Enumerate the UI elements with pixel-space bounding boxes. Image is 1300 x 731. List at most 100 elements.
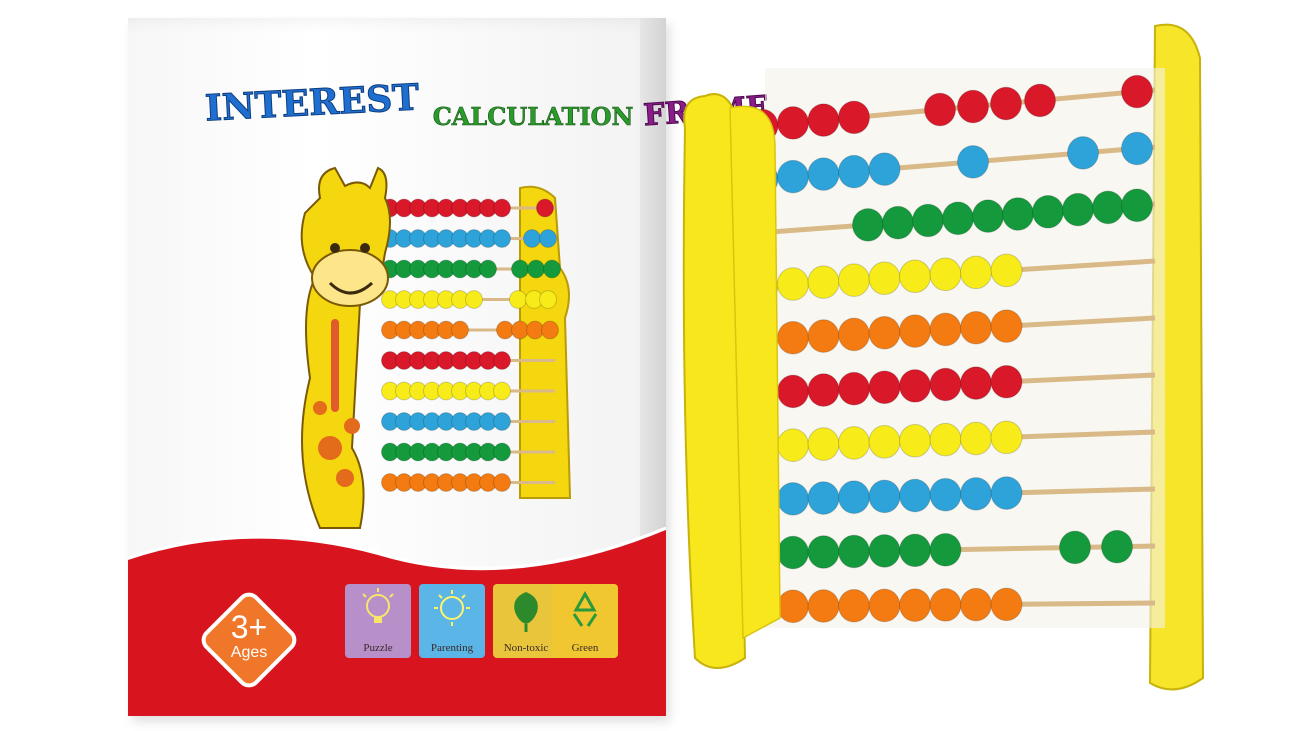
- abacus-bead: [838, 371, 870, 406]
- abacus-bead: [868, 425, 901, 459]
- abacus-bead: [777, 267, 809, 301]
- recycle-icon: [572, 590, 598, 627]
- abacus-bead: [523, 229, 541, 248]
- abacus-toy: [682, 23, 1205, 691]
- abacus-bead: [543, 259, 561, 279]
- abacus-bead: [838, 317, 870, 352]
- abacus-bead: [479, 259, 497, 279]
- abacus-bead: [972, 199, 1004, 233]
- feature-parenting: Parenting: [419, 584, 485, 658]
- abacus-bead: [960, 366, 992, 400]
- abacus-bead: [807, 373, 840, 407]
- abacus-bead: [777, 535, 809, 570]
- abacus-bead: [1121, 131, 1153, 166]
- abacus-bead: [990, 476, 1023, 510]
- abacus-bead: [493, 442, 511, 462]
- abacus-bead: [929, 312, 962, 347]
- title-word-calculation: CALCULATION: [432, 102, 634, 132]
- abacus-bead: [960, 587, 992, 622]
- abacus-bead: [493, 198, 511, 218]
- abacus-bead: [1059, 530, 1091, 565]
- abacus-bead: [511, 320, 529, 340]
- title-word-interest: INTEREST: [204, 76, 421, 130]
- abacus-bead: [777, 374, 809, 409]
- abacus-bead: [912, 203, 944, 238]
- abacus-bead: [777, 159, 809, 194]
- abacus-bead: [868, 152, 901, 186]
- abacus-bead: [838, 426, 870, 460]
- abacus-bead: [899, 478, 931, 513]
- abacus-bead: [960, 310, 992, 345]
- abacus-bead: [990, 364, 1023, 399]
- abacus-bead: [807, 265, 840, 299]
- abacus-bead: [990, 420, 1023, 455]
- abacus-bead: [807, 157, 840, 191]
- abacus-bead: [929, 588, 962, 622]
- abacus-bead: [1062, 192, 1094, 227]
- abacus-bead: [899, 369, 931, 403]
- abacus-bead: [1002, 197, 1034, 231]
- abacus-bead: [960, 255, 992, 290]
- abacus-bead: [1101, 529, 1133, 564]
- abacus-bead: [493, 229, 511, 248]
- abacus-bead: [957, 145, 989, 179]
- abacus-bead: [526, 320, 544, 340]
- abacus-bead: [942, 201, 974, 236]
- abacus-bead: [990, 587, 1023, 622]
- abacus-bead: [777, 106, 809, 140]
- abacus-bead: [868, 479, 901, 514]
- abacus-bead: [1121, 74, 1153, 109]
- box-illustration: [300, 166, 572, 529]
- abacus-bead: [807, 481, 840, 515]
- abacus-bead: [536, 198, 554, 218]
- abacus-bead: [777, 320, 809, 355]
- sun-icon: [434, 590, 470, 626]
- abacus-bead: [929, 422, 962, 457]
- abacus-bead: [990, 309, 1023, 343]
- age-number: 3+: [230, 609, 268, 645]
- abacus-bead: [899, 259, 931, 294]
- abacus-bead: [807, 535, 840, 569]
- abacus-bead: [929, 367, 962, 402]
- abacus-bead: [899, 314, 931, 348]
- abacus-bead: [838, 588, 870, 623]
- abacus-bead: [838, 154, 870, 189]
- abacus-bead: [493, 381, 511, 401]
- abacus-bead: [807, 103, 840, 137]
- abacus-bead: [539, 290, 557, 309]
- abacus-bead: [493, 412, 511, 431]
- feature-label-puzzle: Puzzle: [363, 642, 393, 654]
- abacus-bead: [929, 257, 962, 292]
- abacus-bead: [924, 92, 956, 127]
- feature-label-parenting: Parenting: [430, 642, 474, 654]
- abacus-bead: [899, 588, 931, 622]
- feature-non-toxic: Non-toxic: [493, 584, 559, 658]
- leaf-icon: [514, 592, 538, 632]
- abacus-bead: [1024, 83, 1056, 118]
- feature-green: Green: [552, 584, 618, 658]
- abacus-bead: [777, 428, 809, 462]
- abacus-bead: [838, 480, 870, 514]
- lightbulb-icon: [362, 588, 394, 623]
- abacus-bead: [882, 205, 914, 240]
- feature-label-green: Green: [571, 642, 599, 654]
- abacus-bead: [493, 351, 511, 370]
- abacus-bead: [899, 533, 931, 568]
- abacus-bead: [451, 320, 469, 340]
- abacus-bead: [929, 477, 962, 512]
- abacus-bead: [527, 259, 545, 279]
- feature-puzzle: Puzzle: [345, 584, 411, 658]
- abacus-bead: [511, 259, 529, 279]
- abacus-bead: [868, 261, 901, 295]
- abacus-bead: [777, 589, 809, 624]
- abacus-bead: [807, 427, 840, 461]
- abacus-bead: [868, 588, 901, 623]
- abacus-bead: [990, 253, 1023, 288]
- abacus-bead: [1067, 136, 1099, 170]
- abacus-bead: [493, 473, 511, 492]
- abacus-bead: [957, 89, 989, 124]
- abacus-bead: [807, 319, 840, 353]
- abacus-bead: [852, 208, 884, 242]
- abacus-bead: [868, 315, 901, 350]
- abacus-bead: [807, 589, 840, 623]
